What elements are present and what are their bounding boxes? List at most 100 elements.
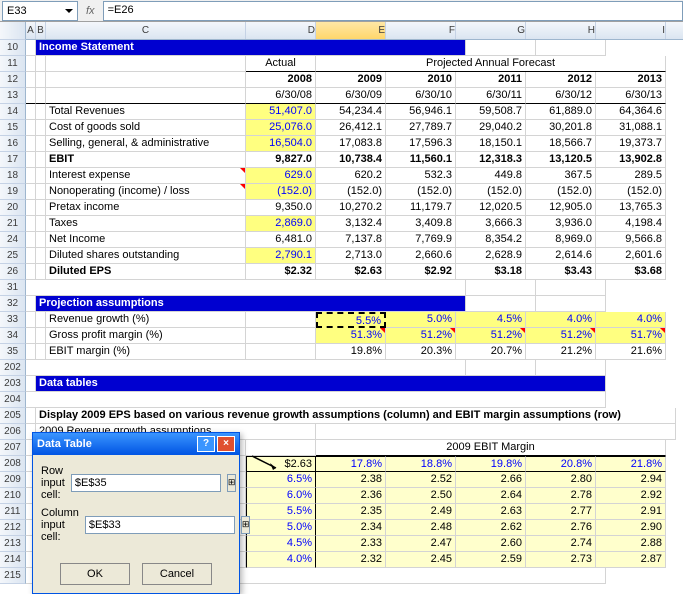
dt-value[interactable]: 2.92: [596, 488, 666, 504]
line-label[interactable]: EBIT margin (%): [46, 344, 246, 360]
row-header[interactable]: 20: [0, 200, 26, 216]
line-label[interactable]: Nonoperating (income) / loss: [46, 184, 246, 200]
cell-value[interactable]: 19.8%: [316, 344, 386, 360]
select-all-corner[interactable]: [0, 22, 26, 40]
dt-value[interactable]: 2.88: [596, 536, 666, 552]
dt-value[interactable]: 2.49: [386, 504, 456, 520]
row-header[interactable]: 207: [0, 440, 26, 456]
row-header[interactable]: 34: [0, 328, 26, 344]
line-label[interactable]: Pretax income: [46, 200, 246, 216]
cell-value[interactable]: (152.0): [456, 184, 526, 200]
cell-value[interactable]: (152.0): [316, 184, 386, 200]
cell-value[interactable]: 12,318.3: [456, 152, 526, 168]
cell-value[interactable]: 20.7%: [456, 344, 526, 360]
dt-value[interactable]: 2.76: [526, 520, 596, 536]
row-header[interactable]: 14: [0, 104, 26, 120]
dt-value[interactable]: 2.66: [456, 472, 526, 488]
cell-value[interactable]: 51.2%: [386, 328, 456, 344]
line-label[interactable]: EBIT: [46, 152, 246, 168]
col-header[interactable]: F: [386, 22, 456, 39]
cell-value[interactable]: 12,020.5: [456, 200, 526, 216]
section-header[interactable]: Data tables: [36, 376, 606, 392]
cell-value[interactable]: 8,354.2: [456, 232, 526, 248]
cell-value[interactable]: 13,765.3: [596, 200, 666, 216]
cell-value[interactable]: 629.0: [246, 168, 316, 184]
row-header[interactable]: 214: [0, 552, 26, 568]
data-table-caption[interactable]: Display 2009 EPS based on various revenu…: [36, 408, 676, 424]
cell-value[interactable]: 2,601.6: [596, 248, 666, 264]
line-label[interactable]: Net Income: [46, 232, 246, 248]
cell-value[interactable]: 29,040.2: [456, 120, 526, 136]
cell-value[interactable]: $2.63: [316, 264, 386, 280]
dt-row-header[interactable]: 4.5%: [246, 536, 316, 552]
dt-value[interactable]: 2.35: [316, 504, 386, 520]
cell-value[interactable]: 4,198.4: [596, 216, 666, 232]
dt-value[interactable]: 2.78: [526, 488, 596, 504]
cell-value[interactable]: 3,936.0: [526, 216, 596, 232]
cell-value[interactable]: 16,504.0: [246, 136, 316, 152]
dt-col-header[interactable]: 21.8%: [596, 456, 666, 472]
cell-value[interactable]: 11,179.7: [386, 200, 456, 216]
row-header[interactable]: 21: [0, 216, 26, 232]
col-header[interactable]: D: [246, 22, 316, 39]
cell-value[interactable]: 4.0%: [596, 312, 666, 328]
row-header[interactable]: 203: [0, 376, 26, 392]
cell-value[interactable]: 7,137.8: [316, 232, 386, 248]
col-header[interactable]: A: [26, 22, 36, 39]
cell-value[interactable]: 64,364.6: [596, 104, 666, 120]
cell-value[interactable]: 26,412.1: [316, 120, 386, 136]
row-input-cell[interactable]: [71, 474, 221, 492]
cell-value[interactable]: 18,566.7: [526, 136, 596, 152]
row-header[interactable]: 18: [0, 168, 26, 184]
cell-value[interactable]: [246, 344, 316, 360]
cell-value[interactable]: 18,150.1: [456, 136, 526, 152]
cell-value[interactable]: 5.0%: [386, 312, 456, 328]
row-header[interactable]: 24: [0, 232, 26, 248]
cell-value[interactable]: 51,407.0: [246, 104, 316, 120]
row-header[interactable]: 13: [0, 88, 26, 104]
row-header[interactable]: 10: [0, 40, 26, 56]
row-header[interactable]: 11: [0, 56, 26, 72]
dt-value[interactable]: 2.77: [526, 504, 596, 520]
actual-header[interactable]: Actual: [246, 56, 316, 72]
dt-value[interactable]: 2.94: [596, 472, 666, 488]
projected-header[interactable]: Projected Annual Forecast: [316, 56, 666, 72]
dt-value[interactable]: 2.33: [316, 536, 386, 552]
dt-value[interactable]: 2.63: [456, 504, 526, 520]
dt-value[interactable]: 2.34: [316, 520, 386, 536]
dt-value[interactable]: 2.60: [456, 536, 526, 552]
dt-value[interactable]: 2.47: [386, 536, 456, 552]
range-picker-icon[interactable]: ⊞: [241, 516, 251, 534]
dt-value[interactable]: 2.87: [596, 552, 666, 568]
cell-value[interactable]: 56,946.1: [386, 104, 456, 120]
dt-row-header[interactable]: 5.5%: [246, 504, 316, 520]
dt-col-header[interactable]: 19.8%: [456, 456, 526, 472]
dt-value[interactable]: 2.62: [456, 520, 526, 536]
col-header[interactable]: I: [596, 22, 666, 39]
cell-value[interactable]: 61,889.0: [526, 104, 596, 120]
row-header[interactable]: 202: [0, 360, 26, 376]
cell-value[interactable]: 449.8: [456, 168, 526, 184]
dt-value[interactable]: 2.45: [386, 552, 456, 568]
dt-corner[interactable]: $2.63: [246, 456, 316, 472]
cell-value[interactable]: 21.6%: [596, 344, 666, 360]
row-header[interactable]: 31: [0, 280, 26, 296]
line-label[interactable]: Total Revenues: [46, 104, 246, 120]
dt-value[interactable]: 2.50: [386, 488, 456, 504]
cell-value[interactable]: 10,270.2: [316, 200, 386, 216]
dt-value[interactable]: 2.48: [386, 520, 456, 536]
dt-row-header[interactable]: 4.0%: [246, 552, 316, 568]
cell-value[interactable]: 3,666.3: [456, 216, 526, 232]
dt-value[interactable]: 2.32: [316, 552, 386, 568]
cell-value[interactable]: (152.0): [596, 184, 666, 200]
dt-value[interactable]: 2.38: [316, 472, 386, 488]
row-header[interactable]: 204: [0, 392, 26, 408]
dt-col-header[interactable]: 20.8%: [526, 456, 596, 472]
cell-value[interactable]: 12,905.0: [526, 200, 596, 216]
cell-value[interactable]: 17,083.8: [316, 136, 386, 152]
cell-value[interactable]: 2,869.0: [246, 216, 316, 232]
line-label[interactable]: Diluted EPS: [46, 264, 246, 280]
dt-value[interactable]: 2.91: [596, 504, 666, 520]
cell-value[interactable]: 21.2%: [526, 344, 596, 360]
cell-value[interactable]: 51.2%: [526, 328, 596, 344]
